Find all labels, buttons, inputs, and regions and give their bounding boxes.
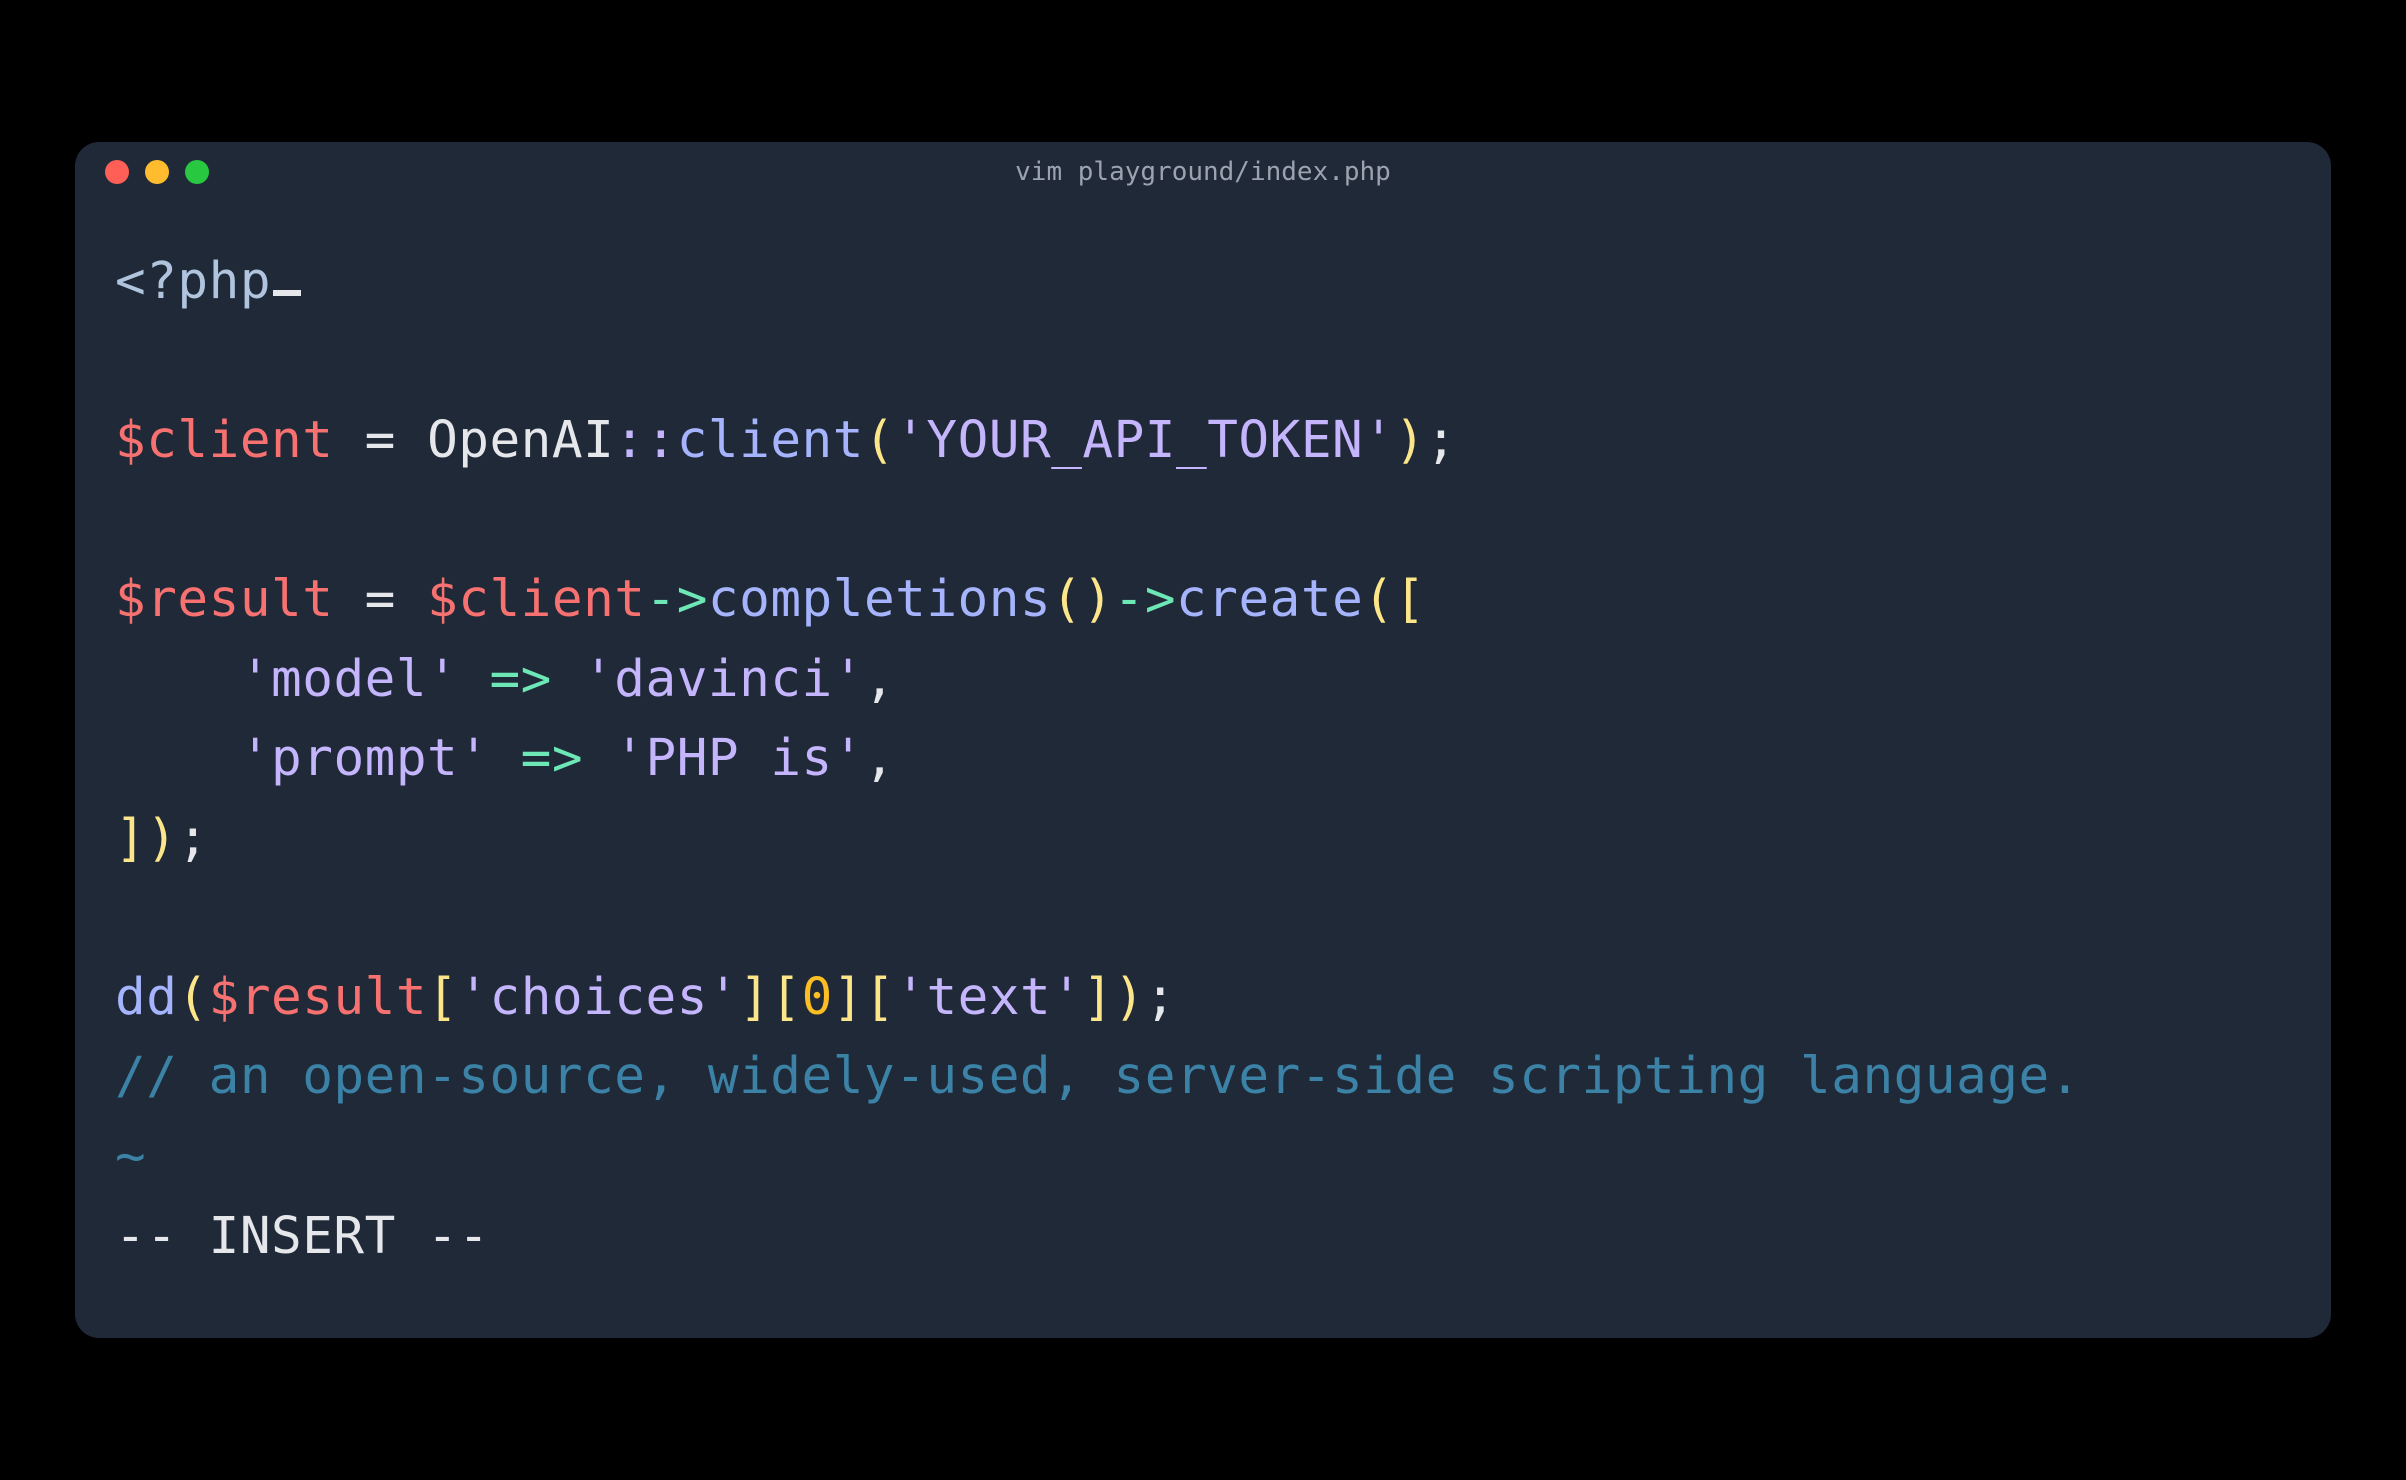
object-arrow: -> xyxy=(1114,570,1176,629)
vim-tilde: ~ xyxy=(115,1127,146,1186)
variable-client: $client xyxy=(115,411,333,470)
paren-open: ( xyxy=(177,968,208,1027)
code-line: dd($result['choices'][0]['text']); xyxy=(115,958,2291,1038)
semicolon: ; xyxy=(1145,968,1176,1027)
titlebar: vim playground/index.php xyxy=(75,142,2331,202)
vim-mode-indicator: -- INSERT -- xyxy=(115,1197,2291,1277)
string-literal: 'davinci' xyxy=(583,650,864,709)
code-line: $client = OpenAI::client('YOUR_API_TOKEN… xyxy=(115,401,2291,481)
indent xyxy=(115,729,240,788)
php-open-tag: <?php xyxy=(115,252,271,311)
method-name: client xyxy=(677,411,864,470)
bracket-close: ] xyxy=(115,809,146,868)
code-line-empty xyxy=(115,322,2291,402)
code-line: ~ xyxy=(115,1117,2291,1197)
variable-result: $result xyxy=(209,968,427,1027)
scope-op: :: xyxy=(614,411,676,470)
variable-client: $client xyxy=(427,570,645,629)
bracket-close: ] xyxy=(739,968,770,1027)
comma: , xyxy=(864,729,895,788)
window-title: vim playground/index.php xyxy=(1015,157,1391,187)
bracket-open: [ xyxy=(427,968,458,1027)
indent xyxy=(115,650,240,709)
array-key: 'prompt' xyxy=(240,729,490,788)
assign-op: = xyxy=(333,411,427,470)
bracket-open: [ xyxy=(864,968,895,1027)
object-arrow: -> xyxy=(646,570,708,629)
code-line-empty xyxy=(115,481,2291,561)
number-literal: 0 xyxy=(802,968,833,1027)
traffic-lights xyxy=(105,160,209,184)
semicolon: ; xyxy=(177,809,208,868)
code-line: $result = $client->completions()->create… xyxy=(115,560,2291,640)
code-line: 'prompt' => 'PHP is', xyxy=(115,719,2291,799)
code-line: <?php xyxy=(115,242,2291,322)
function-name: dd xyxy=(115,968,177,1027)
string-literal: 'text' xyxy=(895,968,1082,1027)
bracket-open: [ xyxy=(1395,570,1426,629)
string-literal: 'choices' xyxy=(458,968,739,1027)
code-line: 'model' => 'davinci', xyxy=(115,640,2291,720)
fat-arrow: => xyxy=(458,650,583,709)
bracket-close: ] xyxy=(833,968,864,1027)
variable-result: $result xyxy=(115,570,333,629)
bracket-close: ] xyxy=(1082,968,1113,1027)
array-key: 'model' xyxy=(240,650,458,709)
terminal-window: vim playground/index.php <?php $client =… xyxy=(75,142,2331,1338)
semicolon: ; xyxy=(1426,411,1457,470)
method-name: completions xyxy=(708,570,1051,629)
paren-close: ) xyxy=(1082,570,1113,629)
comment: // an open-source, widely-used, server-s… xyxy=(115,1047,2081,1106)
code-line-empty xyxy=(115,878,2291,958)
paren-close: ) xyxy=(146,809,177,868)
close-window-icon[interactable] xyxy=(105,160,129,184)
code-line: // an open-source, widely-used, server-s… xyxy=(115,1037,2291,1117)
cursor xyxy=(273,290,301,296)
comma: , xyxy=(864,650,895,709)
assign-op: = xyxy=(333,570,427,629)
paren-open: ( xyxy=(864,411,895,470)
paren-close: ) xyxy=(1394,411,1425,470)
bracket-open: [ xyxy=(770,968,801,1027)
editor-area[interactable]: <?php $client = OpenAI::client('YOUR_API… xyxy=(75,202,2331,1306)
paren-open: ( xyxy=(1051,570,1082,629)
method-name: create xyxy=(1176,570,1363,629)
string-literal: 'YOUR_API_TOKEN' xyxy=(895,411,1394,470)
minimize-window-icon[interactable] xyxy=(145,160,169,184)
code-line: ]); xyxy=(115,799,2291,879)
paren-close: ) xyxy=(1114,968,1145,1027)
string-literal: 'PHP is' xyxy=(614,729,864,788)
paren-open: ( xyxy=(1363,570,1394,629)
maximize-window-icon[interactable] xyxy=(185,160,209,184)
class-name: OpenAI xyxy=(427,411,614,470)
fat-arrow: => xyxy=(489,729,614,788)
